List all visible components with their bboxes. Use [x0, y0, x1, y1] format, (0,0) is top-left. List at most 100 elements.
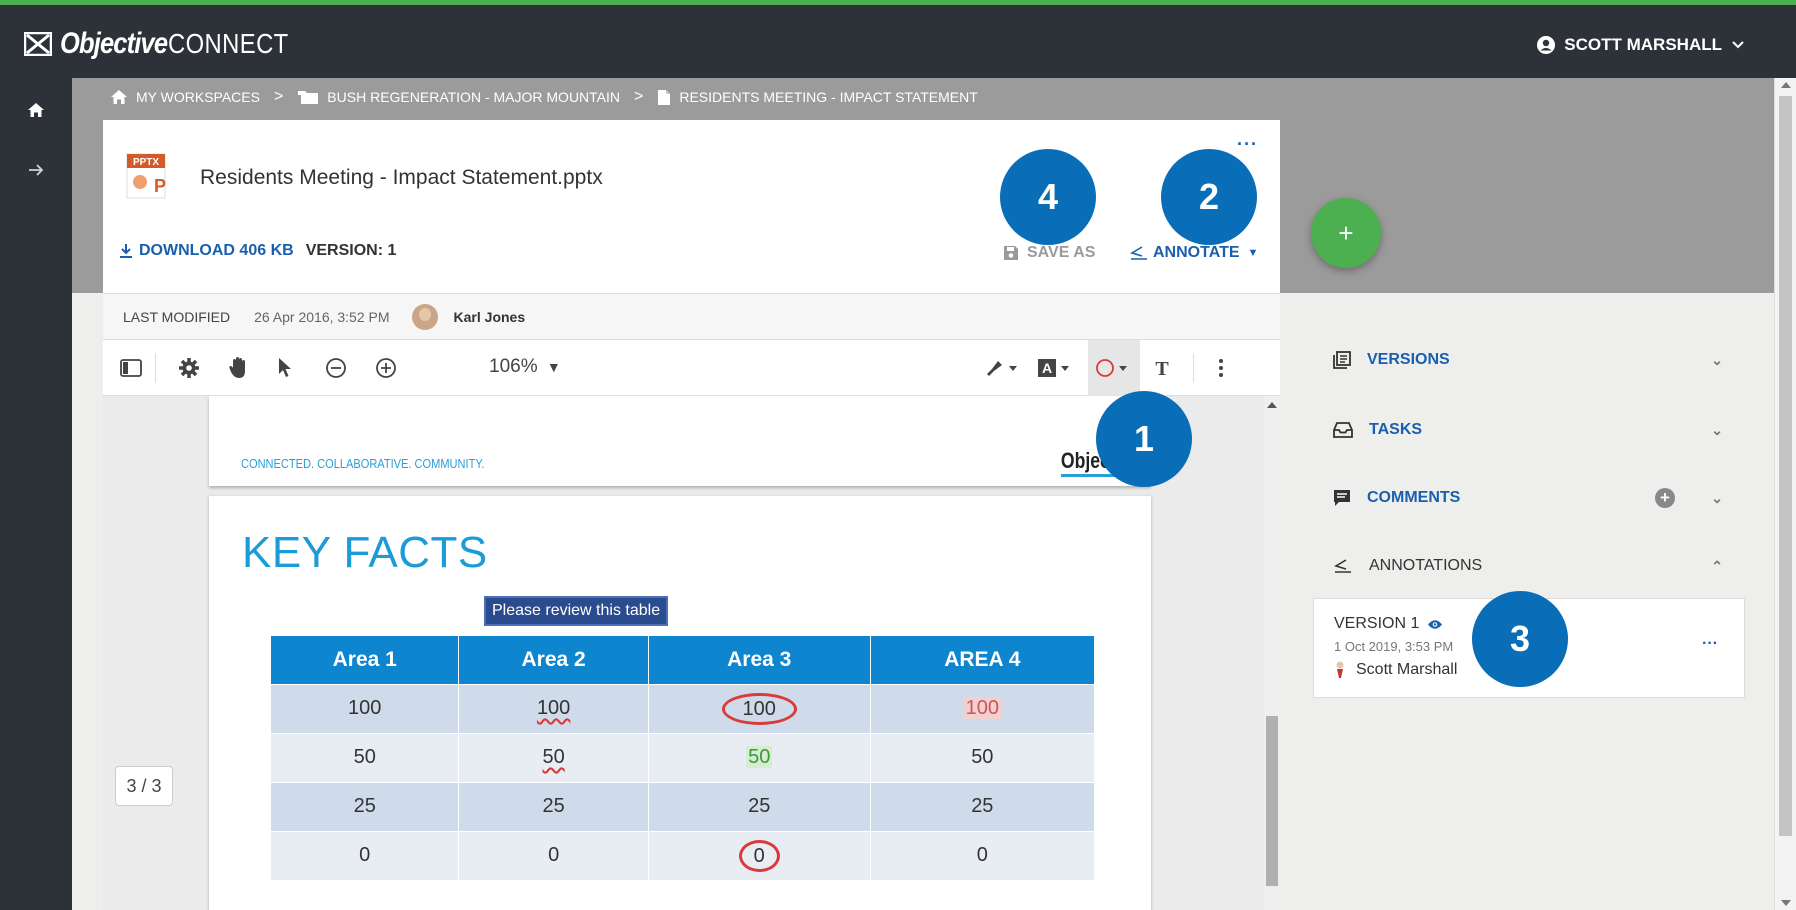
comments-section[interactable]: COMMENTS + ⌄: [1333, 478, 1743, 518]
settings-button[interactable]: [175, 354, 203, 382]
annotations-section[interactable]: ANNOTATIONS ⌃: [1333, 546, 1743, 586]
version-label: VERSION: 1: [305, 242, 397, 259]
zoom-out-button[interactable]: [323, 354, 349, 382]
table-cell: 0: [870, 830, 1096, 880]
text-box-icon: A: [1038, 359, 1069, 377]
versions-section[interactable]: VERSIONS ⌄: [1333, 340, 1743, 380]
table-cell: 100: [458, 683, 649, 733]
cell-value: 25: [353, 795, 376, 817]
document-icon: [658, 89, 671, 105]
table-cell: 0: [271, 830, 460, 880]
save-as-button[interactable]: SAVE AS: [1003, 244, 1095, 262]
versions-label: VERSIONS: [1367, 351, 1450, 368]
scroll-up-icon[interactable]: [1781, 82, 1791, 88]
pptx-file-icon: PPTX P: [125, 152, 167, 200]
table-cell: 0: [458, 830, 649, 880]
more-vertical-icon: [1219, 359, 1223, 377]
slide-2-preview: CONNECTED. COLLABORATIVE. COMMUNITY. Obj…: [209, 396, 1151, 486]
scrollbar-thumb[interactable]: [1779, 96, 1792, 836]
home-nav-button[interactable]: [22, 96, 50, 124]
add-fab-button[interactable]: +: [1311, 198, 1381, 268]
table-cell: 50: [870, 732, 1096, 782]
table-cell: 0: [648, 830, 871, 880]
last-modified-date: 26 Apr 2016, 3:52 PM: [254, 308, 390, 325]
viewer-scrollbar[interactable]: [1264, 396, 1280, 910]
sidebar-toggle-button[interactable]: [117, 354, 145, 382]
annotation-author: Scott Marshall: [1334, 661, 1457, 679]
download-button[interactable]: DOWNLOAD 406 KB VERSION: 1: [119, 242, 396, 260]
add-comment-icon[interactable]: +: [1655, 488, 1675, 508]
page-scrollbar[interactable]: [1774, 78, 1796, 910]
svg-text:P: P: [154, 176, 166, 196]
document-more-button[interactable]: ···: [1237, 134, 1258, 155]
expand-nav-button[interactable]: [22, 156, 50, 184]
annotation-author-name: Scott Marshall: [1356, 661, 1458, 678]
eye-icon[interactable]: [1427, 619, 1443, 630]
annotate-label: ANNOTATE: [1153, 244, 1240, 261]
table-cell: 25: [458, 781, 649, 831]
breadcrumb-workspaces[interactable]: MY WORKSPACES: [136, 89, 260, 105]
app-logo[interactable]: Objective CONNECT: [24, 27, 310, 61]
squiggle-annotation[interactable]: 100: [537, 697, 570, 719]
svg-text:A: A: [1042, 360, 1052, 376]
highlighter-icon: [987, 361, 1017, 376]
callout-marker-2: 2: [1161, 149, 1257, 245]
annotation-version-label: VERSION 1: [1334, 615, 1420, 632]
zoom-select[interactable]: 106% ▼: [489, 356, 561, 378]
last-modified-row: LAST MODIFIED 26 Apr 2016, 3:52 PM Karl …: [103, 293, 1280, 340]
last-modified-label: LAST MODIFIED: [123, 308, 231, 325]
folder-icon: [298, 91, 319, 104]
ellipse-annotation[interactable]: 100: [721, 692, 797, 725]
annotate-button[interactable]: ANNOTATE ▼: [1129, 244, 1258, 262]
callout-marker-1: 1: [1096, 391, 1192, 487]
tasks-section[interactable]: TASKS ⌄: [1333, 410, 1743, 450]
download-label: DOWNLOAD 406 KB: [139, 242, 294, 259]
toolbar-more-button[interactable]: [1211, 354, 1231, 382]
cell-value: 50: [971, 746, 994, 768]
breadcrumb-separator: >: [634, 88, 644, 105]
user-name: SCOTT MARSHALL: [1564, 35, 1722, 54]
text-box-tool-button[interactable]: A: [1035, 354, 1075, 382]
cell-value: 100: [348, 697, 382, 719]
versions-icon: [1333, 351, 1351, 369]
zoom-in-button[interactable]: [373, 354, 399, 382]
annotation-version: VERSION 1: [1334, 615, 1443, 633]
highlight-annotation[interactable]: 50: [746, 746, 773, 768]
scroll-down-icon[interactable]: [1781, 900, 1791, 906]
inbox-icon: [1333, 422, 1353, 438]
highlighter-tool-button[interactable]: [983, 354, 1023, 382]
cell-value: 25: [542, 795, 565, 817]
ellipse-tool-button[interactable]: [1093, 354, 1133, 382]
home-icon: [28, 103, 44, 117]
annotation-more-button[interactable]: ···: [1702, 635, 1718, 653]
squiggle-annotation[interactable]: 50: [543, 746, 565, 768]
logo-product: CONNECT: [168, 28, 289, 59]
breadcrumb-document[interactable]: RESIDENTS MEETING - IMPACT STATEMENT: [679, 89, 977, 105]
zoom-out-icon: [326, 358, 346, 378]
pointer-icon: [279, 358, 291, 377]
slide-3: KEY FACTS Please review this table Area …: [209, 496, 1151, 910]
select-tool-button[interactable]: [273, 354, 297, 382]
scroll-up-icon[interactable]: [1267, 402, 1277, 408]
table-header: AREA 4: [870, 636, 1096, 684]
chevron-down-icon: ⌄: [1711, 421, 1723, 438]
zoom-in-icon: [376, 358, 396, 378]
document-viewer[interactable]: CONNECTED. COLLABORATIVE. COMMUNITY. Obj…: [103, 396, 1280, 910]
text-tool-icon: T: [1155, 358, 1169, 378]
pan-tool-button[interactable]: [225, 354, 253, 382]
breadcrumb: MY WORKSPACES > BUSH REGENERATION - MAJO…: [110, 88, 978, 106]
user-menu[interactable]: SCOTT MARSHALL: [1536, 35, 1752, 55]
zoom-caret-icon: ▼: [546, 359, 561, 375]
document-header-card: PPTX P Residents Meeting - Impact Statem…: [103, 120, 1280, 293]
breadcrumb-folder[interactable]: BUSH REGENERATION - MAJOR MOUNTAIN: [327, 89, 620, 105]
free-text-tool-button[interactable]: T: [1149, 354, 1175, 382]
highlight-annotation[interactable]: 100: [963, 697, 1001, 719]
annotation-note[interactable]: Please review this table: [484, 596, 669, 626]
table-header: Area 1: [271, 636, 460, 684]
annotation-date: 1 Oct 2019, 3:53 PM: [1334, 639, 1454, 654]
chevron-up-icon: ⌃: [1711, 557, 1723, 574]
ellipse-annotation[interactable]: 0: [738, 839, 780, 872]
document-title: Residents Meeting - Impact Statement.ppt…: [200, 166, 603, 189]
annotate-pen-icon: [1334, 559, 1351, 573]
scrollbar-thumb[interactable]: [1266, 716, 1278, 886]
